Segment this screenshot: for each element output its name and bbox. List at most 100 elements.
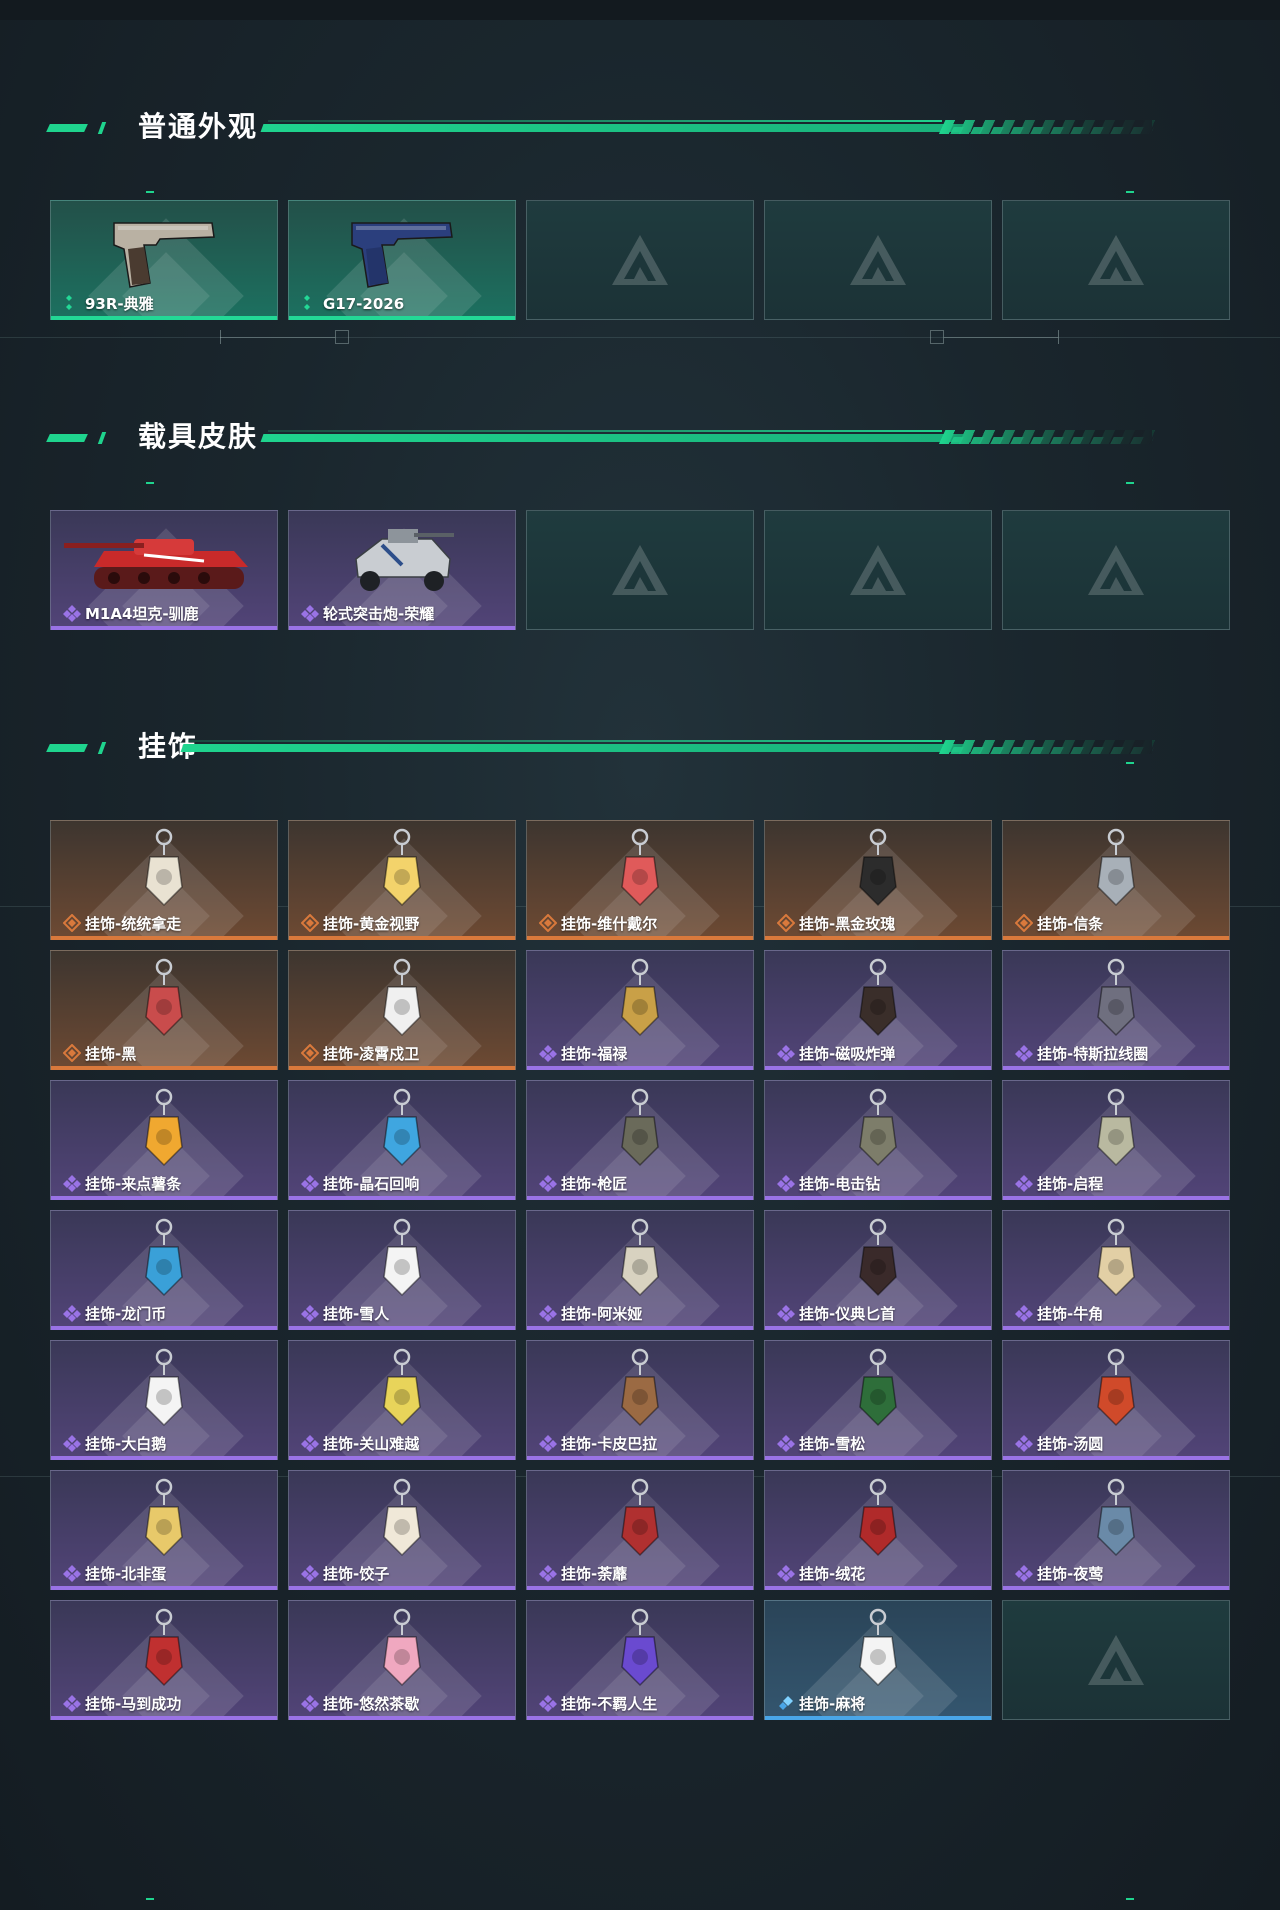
header-bar <box>260 120 1156 134</box>
top-bar <box>0 0 1280 20</box>
item-card[interactable]: 挂饰-汤圆 <box>1002 1340 1230 1460</box>
deco-tick <box>1126 762 1134 764</box>
item-label: 挂饰-悠然茶歇 <box>323 1695 420 1713</box>
item-card[interactable]: 挂饰-维什戴尔 <box>526 820 754 940</box>
charm-icon <box>1066 1475 1166 1565</box>
item-card[interactable]: 挂饰-阿米娅 <box>526 1210 754 1330</box>
item-card[interactable]: 挂饰-饺子 <box>288 1470 516 1590</box>
section-header: 挂饰 <box>46 730 1200 763</box>
item-card[interactable]: 挂饰-特斯拉线圈 <box>1002 950 1230 1070</box>
charm-icon <box>114 1605 214 1695</box>
rarity-stripe <box>289 936 515 940</box>
rarity-icon <box>301 604 319 622</box>
rarity-stripe <box>289 1066 515 1070</box>
tank-icon <box>64 515 264 605</box>
item-card[interactable]: 挂饰-绒花 <box>764 1470 992 1590</box>
header-dash <box>46 124 88 132</box>
rarity-stripe <box>527 1066 753 1070</box>
item-card[interactable]: 挂饰-北非蛋 <box>50 1470 278 1590</box>
charm-icon <box>590 825 690 915</box>
item-card[interactable]: 挂饰-荼蘼 <box>526 1470 754 1590</box>
rarity-stripe <box>1003 1326 1229 1330</box>
item-card[interactable]: 93R-典雅 <box>50 200 278 320</box>
rarity-icon <box>301 1434 319 1452</box>
rarity-icon <box>539 1304 557 1322</box>
item-card[interactable]: 挂饰-启程 <box>1002 1080 1230 1200</box>
empty-slot <box>526 200 754 320</box>
rarity-stripe <box>765 1196 991 1200</box>
header-dash <box>97 432 107 444</box>
item-card[interactable]: 挂饰-黑金玫瑰 <box>764 820 992 940</box>
item-card[interactable]: 挂饰-夜莺 <box>1002 1470 1230 1590</box>
rarity-icon <box>777 1044 795 1062</box>
deco-tick <box>146 482 154 484</box>
item-card[interactable]: 挂饰-凌霄戍卫 <box>288 950 516 1070</box>
item-card[interactable]: 挂饰-不羁人生 <box>526 1600 754 1720</box>
item-card[interactable]: 挂饰-牛角 <box>1002 1210 1230 1330</box>
item-card[interactable]: 挂饰-悠然茶歇 <box>288 1600 516 1720</box>
header-dash <box>97 122 107 134</box>
item-card[interactable]: 轮式突击炮-荣耀 <box>288 510 516 630</box>
item-card[interactable]: 挂饰-福禄 <box>526 950 754 1070</box>
item-card[interactable]: 挂饰-大白鹅 <box>50 1340 278 1460</box>
item-label: 挂饰-雪松 <box>799 1435 866 1453</box>
item-card[interactable]: 挂饰-来点薯条 <box>50 1080 278 1200</box>
item-card[interactable]: 挂饰-晶石回响 <box>288 1080 516 1200</box>
item-label: 挂饰-雪人 <box>323 1305 390 1323</box>
item-card[interactable]: 挂饰-雪松 <box>764 1340 992 1460</box>
header-thick-line <box>260 124 974 132</box>
rarity-stripe <box>51 1326 277 1330</box>
rarity-stripe <box>289 1326 515 1330</box>
item-card[interactable]: 挂饰-龙门币 <box>50 1210 278 1330</box>
rarity-icon <box>777 1564 795 1582</box>
pistol-icon <box>342 205 462 295</box>
item-label: 挂饰-北非蛋 <box>85 1565 167 1583</box>
charm-icon <box>352 1215 452 1305</box>
charm-icon <box>352 1085 452 1175</box>
rarity-stripe <box>289 1716 515 1720</box>
rarity-icon <box>63 1304 81 1322</box>
item-label: 挂饰-绒花 <box>799 1565 866 1583</box>
item-card[interactable]: 挂饰-关山难越 <box>288 1340 516 1460</box>
item-label: 挂饰-来点薯条 <box>85 1175 182 1193</box>
charm-icon <box>590 1345 690 1435</box>
charm-icon <box>590 955 690 1045</box>
charm-icon <box>828 1215 928 1305</box>
item-card[interactable]: 挂饰-卡皮巴拉 <box>526 1340 754 1460</box>
item-card[interactable]: 挂饰-枪匠 <box>526 1080 754 1200</box>
item-card[interactable]: 挂饰-磁吸炸弹 <box>764 950 992 1070</box>
item-card[interactable]: 挂饰-雪人 <box>288 1210 516 1330</box>
header-thin-line <box>268 120 942 122</box>
charm-icon <box>1066 1345 1166 1435</box>
rarity-icon <box>777 1694 795 1712</box>
section-title: 普通外观 <box>138 110 259 143</box>
item-card[interactable]: G17-2026 <box>288 200 516 320</box>
rarity-icon <box>63 604 81 622</box>
item-card[interactable]: 挂饰-马到成功 <box>50 1600 278 1720</box>
item-card[interactable]: 挂饰-仪典匕首 <box>764 1210 992 1330</box>
item-label: 挂饰-关山难越 <box>323 1435 420 1453</box>
item-card[interactable]: 挂饰-黑 <box>50 950 278 1070</box>
placeholder-logo-icon <box>1086 1633 1146 1687</box>
rarity-stripe <box>289 626 515 630</box>
item-card[interactable]: 挂饰-电击钻 <box>764 1080 992 1200</box>
empty-slot <box>526 510 754 630</box>
header-bar <box>180 740 1156 754</box>
item-card[interactable]: M1A4坦克-驯鹿 <box>50 510 278 630</box>
item-label: 挂饰-饺子 <box>323 1565 390 1583</box>
charm-icon <box>1066 1085 1166 1175</box>
rarity-icon <box>301 294 319 312</box>
charm-icon <box>1066 825 1166 915</box>
rarity-stripe <box>527 1716 753 1720</box>
rarity-icon <box>539 1694 557 1712</box>
item-card[interactable]: 挂饰-统统拿走 <box>50 820 278 940</box>
charm-icon <box>590 1475 690 1565</box>
rarity-stripe <box>289 316 515 320</box>
charm-icon <box>352 825 452 915</box>
item-card[interactable]: 挂饰-麻将 <box>764 1600 992 1720</box>
rarity-icon <box>301 1304 319 1322</box>
item-card[interactable]: 挂饰-信条 <box>1002 820 1230 940</box>
rarity-stripe <box>289 1456 515 1460</box>
item-label: 挂饰-晶石回响 <box>323 1175 420 1193</box>
item-card[interactable]: 挂饰-黄金视野 <box>288 820 516 940</box>
